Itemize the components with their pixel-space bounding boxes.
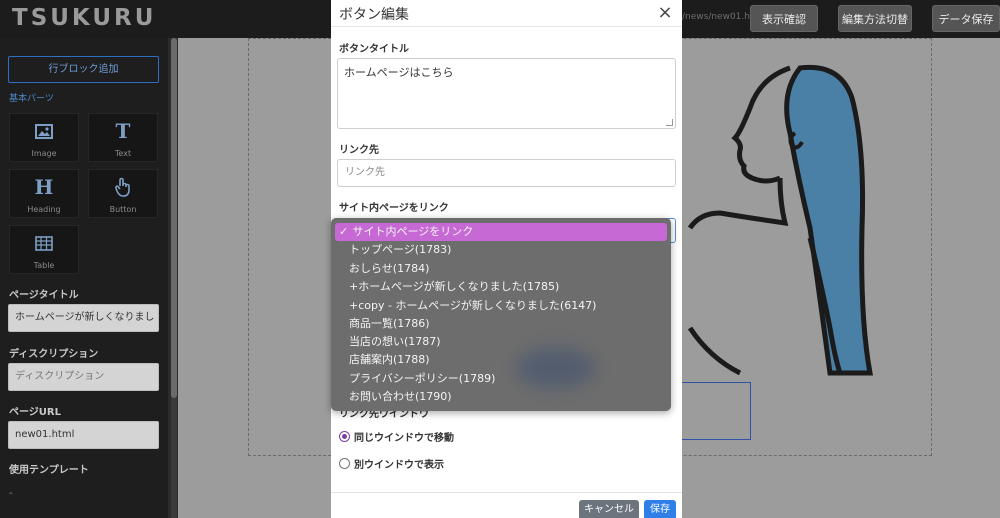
- save-data-button[interactable]: データ保存: [932, 5, 1000, 32]
- dropdown-option[interactable]: +copy - ホームページが新しくなりました(6147): [335, 297, 667, 315]
- part-image-tile[interactable]: Image: [9, 113, 79, 162]
- radio-button[interactable]: [339, 458, 350, 469]
- template-label: 使用テンプレート: [9, 465, 89, 476]
- page-url-label: ページURL: [9, 407, 61, 418]
- radio-new-window-label: 別ウインドウで表示: [354, 460, 444, 471]
- modal-title: ボタン編集: [339, 7, 409, 23]
- switch-edit-mode-button[interactable]: 編集方法切替: [838, 5, 912, 32]
- description-input[interactable]: ディスクリプション: [8, 363, 159, 391]
- preview-button[interactable]: 表示確認: [750, 5, 818, 32]
- basic-parts-heading: 基本パーツ: [9, 94, 54, 104]
- dropdown-option[interactable]: お問い合わせ(1790): [335, 388, 667, 406]
- hand-pointer-icon: [89, 175, 157, 199]
- button-title-value: ホームページはこちら: [344, 66, 454, 79]
- description-label: ディスクリプション: [9, 349, 99, 360]
- text-icon: T: [115, 119, 131, 143]
- part-button-tile[interactable]: Button: [88, 169, 158, 218]
- radio-button-checked[interactable]: [339, 431, 350, 442]
- part-table-tile[interactable]: Table: [9, 225, 79, 274]
- save-button[interactable]: 保存: [644, 500, 676, 518]
- part-heading-tile[interactable]: H Heading: [9, 169, 79, 218]
- tile-label: Text: [114, 149, 132, 158]
- part-text-tile[interactable]: T Text: [88, 113, 158, 162]
- tile-label: Button: [109, 205, 137, 214]
- link-label: リンク先: [339, 145, 379, 156]
- image-icon: [10, 119, 78, 143]
- dropdown-option-selected[interactable]: ✓ サイト内ページをリンク: [335, 223, 667, 241]
- heading-icon: H: [34, 175, 54, 199]
- dropdown-option[interactable]: 当店の想い(1787): [335, 333, 667, 351]
- tile-label: Table: [33, 261, 55, 270]
- dropdown-option[interactable]: プライバシーポリシー(1789): [335, 370, 667, 388]
- page-title-input[interactable]: ホームページが新しくなりまし: [8, 304, 159, 332]
- dropdown-option[interactable]: トップページ(1783): [335, 241, 667, 259]
- radio-same-window-label: 同じウインドウで移動: [354, 433, 454, 444]
- app-logo: TSUKURU: [12, 5, 157, 31]
- tile-label: Image: [31, 149, 57, 158]
- dropdown-option[interactable]: 店舗案内(1788): [335, 351, 667, 369]
- radio-new-window[interactable]: 別ウインドウで表示: [339, 456, 444, 471]
- sidebar-scrollbar[interactable]: [171, 38, 177, 518]
- link-input[interactable]: リンク先: [337, 159, 676, 187]
- button-title-label: ボタンタイトル: [339, 44, 409, 55]
- page-url-input[interactable]: new01.html: [8, 421, 159, 449]
- table-icon: [10, 231, 78, 255]
- woman-illustration: [687, 64, 873, 376]
- option-label: サイト内ページをリンク: [352, 225, 474, 238]
- page-title-label: ページタイトル: [9, 290, 79, 301]
- dropdown-option[interactable]: 商品一覧(1786): [335, 315, 667, 333]
- close-icon[interactable]: ×: [656, 2, 674, 23]
- cancel-button[interactable]: キャンセル: [579, 500, 639, 518]
- button-title-textarea[interactable]: ホームページはこちら: [337, 58, 676, 129]
- modal-header: ボタン編集 ×: [331, 0, 682, 27]
- check-icon: ✓: [339, 225, 349, 238]
- tile-label: Heading: [27, 205, 61, 214]
- dropdown-option[interactable]: +ホームページが新しくなりました(1785): [335, 278, 667, 296]
- site-page-link-label: サイト内ページをリンク: [339, 203, 449, 214]
- radio-same-window[interactable]: 同じウインドウで移動: [339, 429, 454, 444]
- sidebar: 行ブロック追加 基本パーツ Image T Text H Heading But…: [0, 38, 168, 518]
- add-row-block-button[interactable]: 行ブロック追加: [8, 56, 159, 83]
- scrollbar-thumb[interactable]: [171, 38, 177, 398]
- template-value: -: [9, 488, 13, 499]
- dropdown-option[interactable]: おしらせ(1784): [335, 260, 667, 278]
- resize-grip-icon[interactable]: [666, 119, 673, 126]
- site-page-dropdown-list: ✓ サイト内ページをリンク トップページ(1783) おしらせ(1784) +ホ…: [331, 218, 671, 411]
